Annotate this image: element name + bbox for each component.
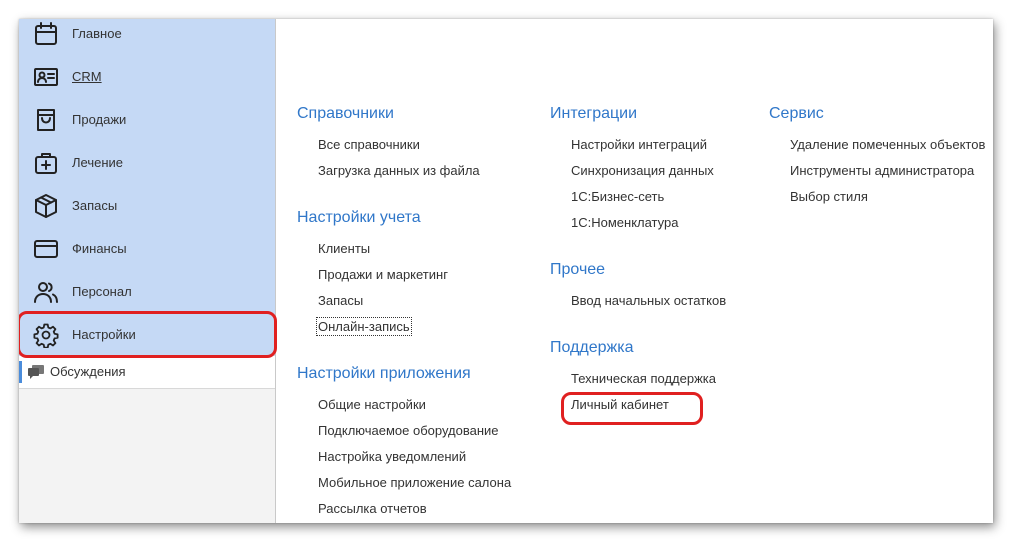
link-general-settings[interactable]: Общие настройки xyxy=(318,397,426,412)
active-indicator xyxy=(19,361,22,383)
sidebar-nav: Главное CRM Продажи Лечение Запасы Финан… xyxy=(19,19,275,356)
link-mobile-app[interactable]: Мобильное приложение салона xyxy=(318,475,511,490)
link-report-mailing[interactable]: Рассылка отчетов xyxy=(318,501,427,516)
sidebar-item-treatment[interactable]: Лечение xyxy=(19,141,275,184)
link-admin-tools[interactable]: Инструменты администратора xyxy=(790,163,974,178)
sidebar-item-settings[interactable]: Настройки xyxy=(19,313,275,356)
sidebar-item-label: Настройки xyxy=(72,327,136,342)
box-icon xyxy=(33,193,59,219)
discussions-item[interactable]: Обсуждения xyxy=(19,356,275,389)
link-tech-support[interactable]: Техническая поддержка xyxy=(571,371,716,386)
section-title-other: Прочее xyxy=(550,261,606,278)
link-nomenclature[interactable]: 1С:Номенклатура xyxy=(571,215,678,230)
link-connected-equipment[interactable]: Подключаемое оборудование xyxy=(318,423,499,438)
link-opening-balances[interactable]: Ввод начальных остатков xyxy=(571,293,726,308)
link-data-sync[interactable]: Синхронизация данных xyxy=(571,163,714,178)
link-clients[interactable]: Клиенты xyxy=(318,241,370,256)
sidebar-item-inventory[interactable]: Запасы xyxy=(19,184,275,227)
section-title-support: Поддержка xyxy=(550,339,634,356)
link-inventory[interactable]: Запасы xyxy=(318,293,363,308)
link-integration-settings[interactable]: Настройки интеграций xyxy=(571,137,707,152)
users-icon xyxy=(33,279,59,305)
section-title-service: Сервис xyxy=(769,105,824,122)
sidebar-item-label: Финансы xyxy=(72,241,127,256)
link-all-references[interactable]: Все справочники xyxy=(318,137,420,152)
section-title-references: Справочники xyxy=(297,105,394,122)
medical-bag-icon xyxy=(33,150,59,176)
link-personal-account[interactable]: Личный кабинет xyxy=(571,397,669,412)
link-style-select[interactable]: Выбор стиля xyxy=(790,189,868,204)
link-sales-marketing[interactable]: Продажи и маркетинг xyxy=(318,267,448,282)
sidebar-item-label: Запасы xyxy=(72,198,118,213)
shopping-bag-icon xyxy=(33,107,59,133)
link-import-from-file[interactable]: Загрузка данных из файла xyxy=(318,163,480,178)
sidebar-item-finance[interactable]: Финансы xyxy=(19,227,275,270)
calendar-icon xyxy=(33,21,59,47)
sidebar: Главное CRM Продажи Лечение Запасы Финан… xyxy=(19,19,277,523)
sidebar-item-label: Персонал xyxy=(72,284,132,299)
link-business-network[interactable]: 1С:Бизнес-сеть xyxy=(571,189,664,204)
section-title-accounting: Настройки учета xyxy=(297,209,421,226)
credit-card-icon xyxy=(33,236,59,262)
discussions-label: Обсуждения xyxy=(50,364,126,379)
sidebar-item-label: Лечение xyxy=(72,155,124,170)
sidebar-item-label: Главное xyxy=(72,26,122,41)
link-notification-settings[interactable]: Настройка уведомлений xyxy=(318,449,466,464)
link-online-booking[interactable]: Онлайн-запись xyxy=(316,317,412,336)
section-title-app-settings: Настройки приложения xyxy=(297,365,471,382)
chat-icon xyxy=(28,365,44,379)
gear-icon xyxy=(33,322,59,348)
sidebar-item-crm[interactable]: CRM xyxy=(19,55,275,98)
sidebar-item-label: CRM xyxy=(72,69,102,84)
sidebar-item-staff[interactable]: Персонал xyxy=(19,270,275,313)
app-window: Главное CRM Продажи Лечение Запасы Финан… xyxy=(19,19,993,523)
section-title-integrations: Интеграции xyxy=(550,105,638,122)
contact-card-icon xyxy=(33,64,59,90)
sidebar-item-label: Продажи xyxy=(72,112,127,127)
sidebar-item-main[interactable]: Главное xyxy=(19,19,275,55)
sidebar-item-sales[interactable]: Продажи xyxy=(19,98,275,141)
link-delete-marked[interactable]: Удаление помеченных объектов xyxy=(790,137,985,152)
